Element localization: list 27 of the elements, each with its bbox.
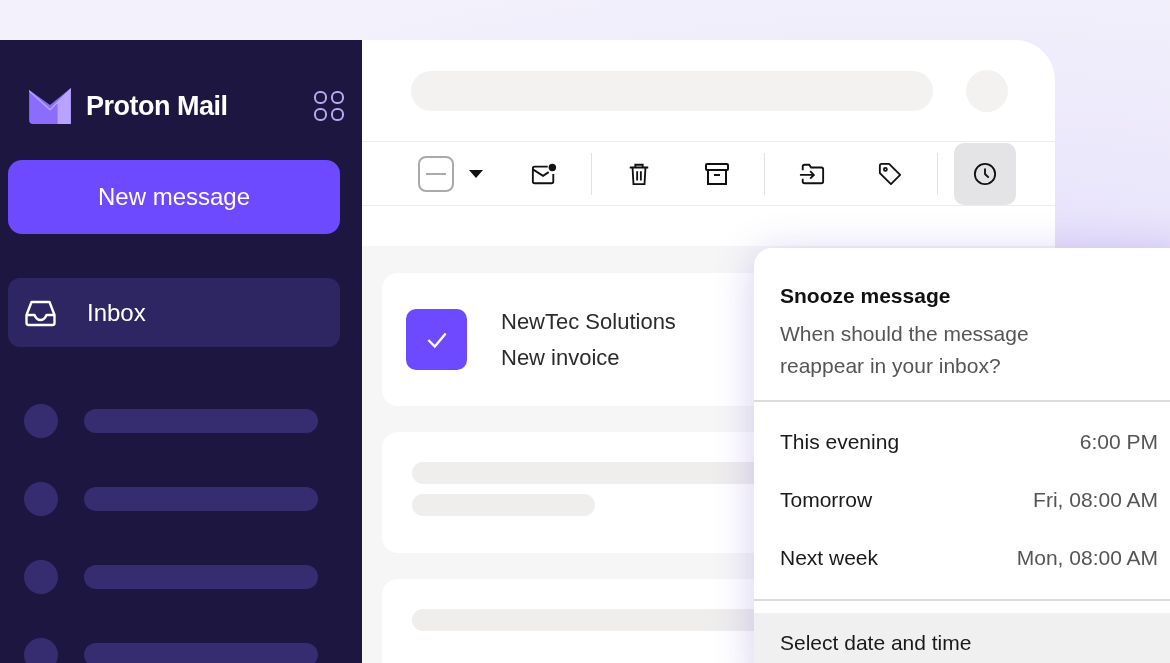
select-all-checkbox[interactable] bbox=[418, 155, 454, 192]
tag-icon bbox=[877, 161, 903, 186]
logo-icon bbox=[28, 88, 72, 124]
snooze-button[interactable] bbox=[954, 142, 1016, 205]
clock-icon bbox=[972, 161, 998, 186]
placeholder-dot bbox=[24, 482, 58, 516]
envelope-icon bbox=[531, 161, 557, 186]
inbox-icon bbox=[24, 298, 57, 327]
new-message-button[interactable]: New message bbox=[8, 160, 340, 234]
popover-description: When should the message reappear in your inbox? bbox=[780, 321, 1030, 379]
popover-title: Snooze message bbox=[780, 284, 952, 308]
snooze-option[interactable]: Next week Mon, 08:00 AM bbox=[754, 529, 1170, 587]
message-subject: New invoice bbox=[501, 344, 621, 371]
snooze-option[interactable]: Tomorrow Fri, 08:00 AM bbox=[754, 471, 1170, 529]
inbox-item[interactable]: Inbox bbox=[8, 278, 340, 347]
placeholder-dot bbox=[24, 638, 58, 663]
placeholder-dot bbox=[24, 560, 58, 594]
app-name: Proton Mail bbox=[86, 90, 228, 122]
archive-box-icon bbox=[704, 161, 730, 186]
folder-arrow-icon bbox=[799, 161, 825, 186]
snooze-option[interactable]: This evening 6:00 PM bbox=[754, 413, 1170, 471]
placeholder-dot bbox=[24, 404, 58, 438]
message-checkbox[interactable] bbox=[406, 309, 467, 370]
sender-name: NewTec Solutions bbox=[501, 308, 676, 335]
apps-grid-icon[interactable] bbox=[314, 91, 344, 121]
caret-icon[interactable] bbox=[469, 169, 483, 178]
select-date-option[interactable]: Select date and time bbox=[754, 613, 1170, 663]
